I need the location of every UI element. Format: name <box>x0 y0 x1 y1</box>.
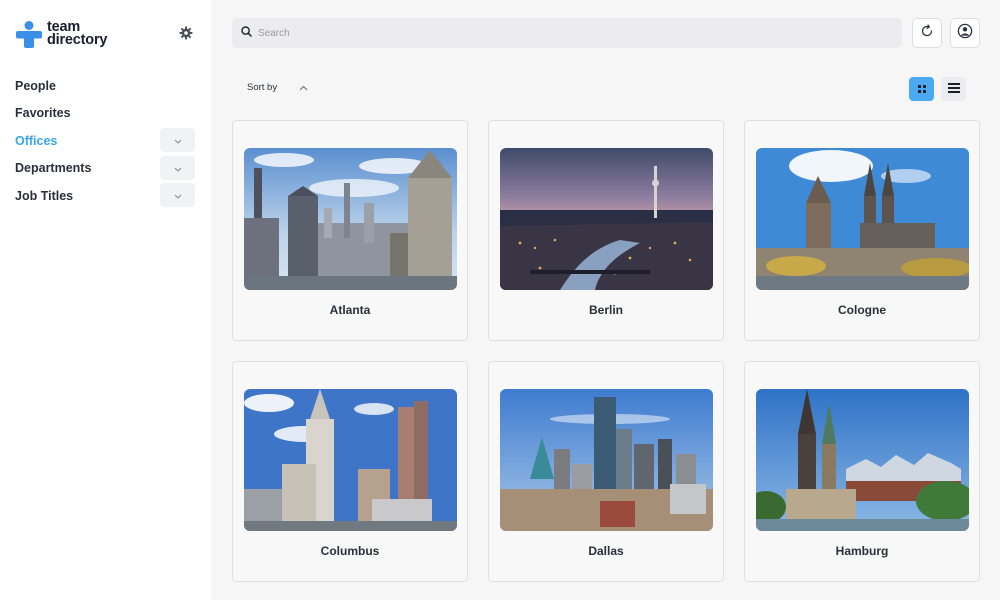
account-button[interactable] <box>950 18 980 48</box>
expand-job-titles-button[interactable] <box>160 183 195 207</box>
office-card-hamburg[interactable]: Hamburg <box>744 361 980 582</box>
office-name: Dallas <box>588 544 624 558</box>
sort-label: Sort by <box>247 82 278 93</box>
app-title: team directory <box>47 20 108 48</box>
office-photo <box>500 389 713 531</box>
office-name: Hamburg <box>835 544 889 558</box>
office-photo <box>244 389 457 531</box>
office-name: Berlin <box>588 303 623 317</box>
chevron-down-icon <box>174 133 182 147</box>
sidebar-item-favorites[interactable]: Favorites <box>0 100 211 128</box>
sidebar-item-departments[interactable]: Departments <box>0 155 211 183</box>
refresh-icon <box>920 23 934 43</box>
chevron-down-icon <box>174 161 182 175</box>
grid-view-button[interactable] <box>909 77 934 101</box>
office-card-columbus[interactable]: Columbus <box>232 361 468 582</box>
office-card-atlanta[interactable]: Atlanta <box>232 120 468 341</box>
office-name: Columbus <box>320 544 380 558</box>
chevron-down-icon <box>174 188 182 202</box>
sidebar-item-label: Job Titles <box>15 188 74 203</box>
sidebar-item-job-titles[interactable]: Job Titles <box>0 182 211 210</box>
main-content: Sort by <box>211 0 1000 600</box>
sidebar-item-people[interactable]: People <box>0 72 211 100</box>
office-name: Cologne <box>838 303 886 317</box>
chevron-up-icon <box>299 85 308 91</box>
refresh-button[interactable] <box>912 18 942 48</box>
office-name: Atlanta <box>329 303 371 317</box>
expand-offices-button[interactable] <box>160 128 195 152</box>
sidebar: team directory People Favorites Offices … <box>0 0 211 600</box>
office-card-dallas[interactable]: Dallas <box>488 361 724 582</box>
sort-control[interactable]: Sort by <box>247 82 308 93</box>
office-card-cologne[interactable]: Cologne <box>744 120 980 341</box>
search-icon <box>241 24 252 42</box>
office-photo <box>244 148 457 290</box>
gear-icon[interactable] <box>178 25 194 41</box>
account-icon <box>957 23 973 44</box>
expand-departments-button[interactable] <box>160 155 195 180</box>
list-icon <box>947 80 960 98</box>
office-photo <box>756 148 969 290</box>
logo-icon <box>16 20 42 48</box>
search-input[interactable] <box>258 27 858 39</box>
sidebar-item-label: Departments <box>15 161 92 176</box>
sidebar-item-label: Favorites <box>15 106 71 121</box>
list-view-button[interactable] <box>941 77 966 101</box>
search-bar[interactable] <box>232 18 902 48</box>
app-title-line2: directory <box>47 32 108 48</box>
sidebar-item-label: Offices <box>15 133 58 148</box>
sidebar-nav: People Favorites Offices Departments Job… <box>0 72 211 210</box>
sidebar-item-offices[interactable]: Offices <box>0 127 211 155</box>
app-logo[interactable]: team directory <box>16 20 107 48</box>
sidebar-item-label: People <box>15 78 56 93</box>
office-photo <box>500 148 713 290</box>
grid-icon <box>917 80 926 98</box>
office-card-berlin[interactable]: Berlin <box>488 120 724 341</box>
office-photo <box>756 389 969 531</box>
